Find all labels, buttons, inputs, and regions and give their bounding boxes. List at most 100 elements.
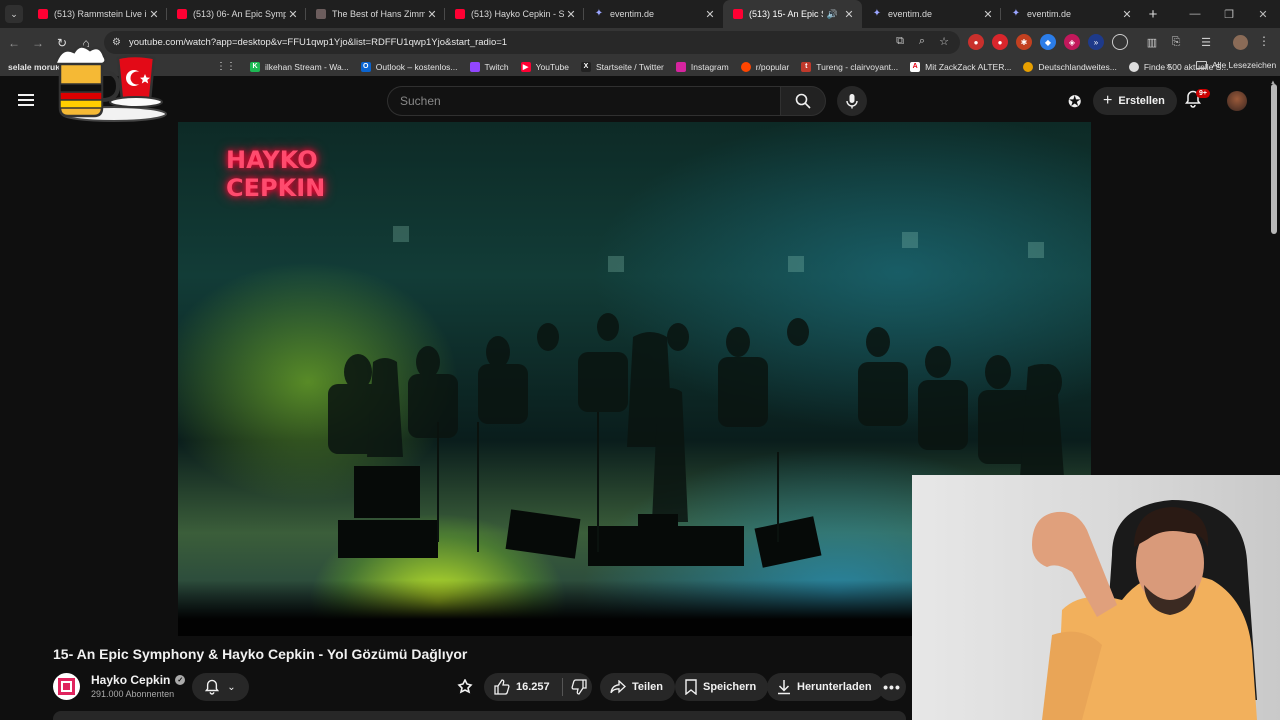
- install-app-icon[interactable]: ⧉: [892, 35, 908, 48]
- address-bar[interactable]: ⚙ youtube.com/watch?app=desktop&v=FFU1qw…: [104, 31, 960, 54]
- bookmark-favicon: [1023, 61, 1034, 72]
- beer-and-tea-sticker: [54, 45, 167, 122]
- reddit-icon: [740, 61, 751, 72]
- bookmark-item[interactable]: Deutschlandweites...: [1023, 61, 1117, 72]
- outlook-icon: O: [360, 61, 371, 72]
- channel-name-link[interactable]: Hayko Cepkin ✓: [91, 673, 186, 687]
- verified-icon: ✓: [175, 675, 186, 685]
- youtube-icon: ▶: [520, 61, 531, 72]
- microphone-icon: [846, 94, 858, 109]
- bookmark-item[interactable]: A Mit ZackZack ALTER...: [910, 61, 1011, 72]
- like-count: 16.257: [516, 681, 550, 693]
- extension-icon[interactable]: ◈: [1064, 34, 1080, 50]
- download-icon: [777, 679, 791, 695]
- subscriber-count: 291.000 Abonnenten: [91, 689, 175, 699]
- bookmark-item[interactable]: X Startseite / Twitter: [581, 61, 664, 72]
- tab-strip: ⌄ (513) Rammstein Live in M ✕ (513) 06- …: [0, 0, 1280, 28]
- instagram-icon: [675, 61, 686, 72]
- subscribed-notifications-button[interactable]: ⌄: [192, 673, 249, 701]
- bookmark-item[interactable]: Twitch: [469, 61, 509, 72]
- browser-tab[interactable]: (513) Rammstein Live in M ✕: [28, 0, 167, 28]
- all-bookmarks-button[interactable]: Alle Lesezeichen: [1196, 60, 1276, 70]
- close-icon[interactable]: ✕: [286, 8, 300, 21]
- save-button[interactable]: Speichern: [675, 673, 769, 701]
- more-bookmarks-icon[interactable]: »: [1166, 61, 1172, 72]
- close-icon[interactable]: ✕: [842, 8, 856, 21]
- browser-menu-icon[interactable]: ⋮: [1258, 34, 1270, 48]
- bookmark-item[interactable]: O Outlook – kostenlos...: [360, 61, 458, 72]
- close-icon[interactable]: ✕: [703, 8, 717, 21]
- browser-tab-active[interactable]: (513) 15- An Epic Sym 🔊 ✕: [723, 0, 862, 28]
- download-button[interactable]: Herunterladen: [767, 673, 884, 701]
- thanks-button[interactable]: [456, 678, 474, 700]
- restore-icon[interactable]: ❐: [1212, 8, 1246, 21]
- minimize-icon[interactable]: —: [1178, 8, 1212, 20]
- thanks-sparkle-icon[interactable]: ✪: [1068, 92, 1081, 112]
- search-input[interactable]: Suchen: [387, 86, 780, 116]
- zoom-icon[interactable]: ⌕: [914, 35, 930, 48]
- close-icon[interactable]: ✕: [1120, 8, 1134, 21]
- extension-icon[interactable]: ●: [992, 34, 1008, 50]
- menu-icon[interactable]: [18, 94, 34, 106]
- thumbs-up-icon: [494, 679, 510, 695]
- search-button[interactable]: [780, 86, 826, 116]
- puzzle-icon[interactable]: [1112, 34, 1128, 50]
- window-close-icon[interactable]: ✕: [1246, 8, 1280, 21]
- more-actions-button[interactable]: •••: [878, 673, 906, 701]
- youtube-icon: [733, 9, 743, 19]
- media-icon[interactable]: ☰: [1198, 34, 1214, 50]
- description-box[interactable]: [53, 711, 906, 720]
- bookmark-item[interactable]: Kilkehan Stream - Wa...: [249, 61, 349, 72]
- window-controls: — ❐ ✕: [1178, 0, 1280, 28]
- back-icon[interactable]: ←: [2, 36, 26, 50]
- close-icon[interactable]: ✕: [425, 8, 439, 21]
- like-button[interactable]: [494, 679, 510, 695]
- like-dislike-group: 16.257: [484, 673, 592, 701]
- create-button[interactable]: + Erstellen: [1093, 87, 1177, 115]
- extension-icon[interactable]: ◆: [1040, 34, 1056, 50]
- speaker-icon[interactable]: 🔊: [827, 9, 838, 20]
- youtube-icon: [177, 9, 187, 19]
- screenshot-icon[interactable]: ⎘: [1168, 34, 1184, 50]
- bookmark-star-icon[interactable]: ☆: [936, 35, 952, 48]
- scrollbar-thumb[interactable]: [1271, 84, 1277, 234]
- bookmark-item[interactable]: r/popular: [740, 61, 789, 72]
- voice-search-button[interactable]: [837, 86, 867, 116]
- channel-logo-icon: [58, 678, 75, 695]
- extension-icon[interactable]: »: [1088, 34, 1104, 50]
- browser-tab[interactable]: ✦ eventim.de ✕: [1001, 0, 1140, 28]
- bookmark-item[interactable]: ▶ YouTube: [520, 61, 569, 72]
- bookmark-favicon: K: [249, 61, 260, 72]
- twitch-icon: [469, 61, 480, 72]
- browser-tab[interactable]: ✦ eventim.de ✕: [862, 0, 1001, 28]
- streamer-figure: [1032, 500, 1257, 720]
- channel-avatar[interactable]: [53, 673, 80, 700]
- folder-icon: [1196, 61, 1207, 69]
- new-tab-button[interactable]: +: [1140, 6, 1166, 23]
- share-icon: [610, 680, 626, 694]
- dislike-button[interactable]: [571, 679, 587, 695]
- bookmark-item[interactable]: t Tureng - clairvoyant...: [801, 61, 898, 72]
- bookmark-item[interactable]: Instagram: [675, 61, 729, 72]
- tab-search-button[interactable]: ⌄: [0, 0, 28, 28]
- hayko-cepkin-neon-logo: HAYKO CEPKIN: [226, 146, 326, 202]
- close-icon[interactable]: ✕: [981, 8, 995, 21]
- share-button[interactable]: Teilen: [600, 673, 675, 701]
- generic-page-icon: [316, 9, 326, 19]
- browser-tab[interactable]: ✦ eventim.de ✕: [584, 0, 723, 28]
- extension-icon[interactable]: ●: [968, 34, 984, 50]
- url-text: youtube.com/watch?app=desktop&v=FFU1qwp1…: [128, 37, 508, 48]
- close-icon[interactable]: ✕: [147, 8, 161, 21]
- extension-icon[interactable]: ✱: [1016, 34, 1032, 50]
- close-icon[interactable]: ✕: [564, 8, 578, 21]
- apps-grid-icon[interactable]: ⋮⋮: [216, 61, 236, 72]
- browser-tab[interactable]: The Best of Hans Zimmer ✕: [306, 0, 445, 28]
- profile-avatar[interactable]: [1233, 35, 1248, 50]
- forward-icon[interactable]: →: [26, 36, 50, 50]
- browser-window: ⌄ (513) Rammstein Live in M ✕ (513) 06- …: [0, 0, 1280, 720]
- browser-tab[interactable]: (513) Hayko Cepkin - Sıkı ✕: [445, 0, 584, 28]
- account-avatar[interactable]: [1227, 91, 1247, 111]
- sidebar-icon[interactable]: ▥: [1144, 34, 1160, 50]
- browser-tab[interactable]: (513) 06- An Epic Sympho ✕: [167, 0, 306, 28]
- eventim-icon: ✦: [594, 8, 604, 19]
